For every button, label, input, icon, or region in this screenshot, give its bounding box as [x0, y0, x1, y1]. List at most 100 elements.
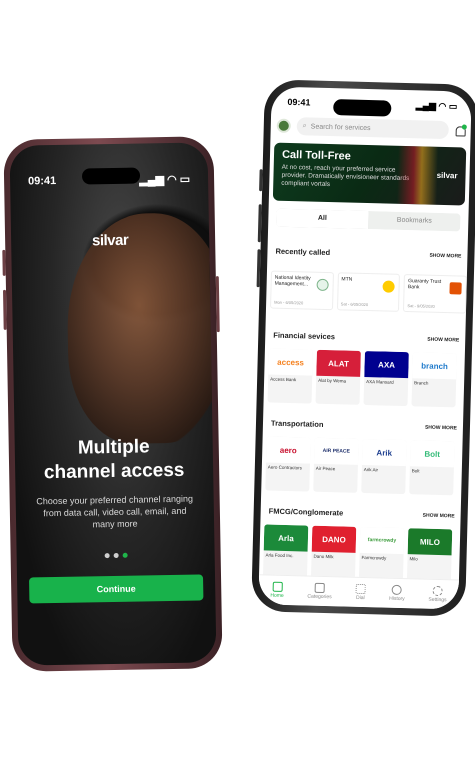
mtn-logo-icon — [382, 280, 396, 293]
nav-item-categories[interactable]: Categories — [307, 582, 332, 600]
service-tile[interactable]: aero Aero Contractors — [265, 436, 311, 492]
milo-logo: MILO — [407, 528, 453, 556]
recent-date: Sat - 9/05/2020 — [407, 303, 435, 309]
dano-logo: DANO — [311, 525, 357, 553]
service-tile[interactable]: AIR PEACE Air Peace — [313, 437, 359, 493]
home-screen: 09:41 ▂▄▆ ◠ ▭ ⌕ Search for services Call… — [258, 86, 472, 610]
history-icon — [392, 584, 403, 596]
recent-card[interactable]: Guaranty Trust Bank Sat - 9/05/2020 — [403, 274, 467, 314]
show-more-link[interactable]: SHOW MORE — [427, 336, 459, 343]
continue-button[interactable]: Continue — [29, 574, 204, 604]
recent-card[interactable]: National Identity Management... Mon - 6/… — [270, 270, 334, 311]
home-phone: 09:41 ▂▄▆ ◠ ▭ ⌕ Search for services Call… — [251, 79, 475, 617]
section-header-transportation: Transportation SHOW MORE — [271, 419, 457, 433]
axa-logo: AXA — [364, 350, 409, 379]
bottom-nav: Home Categories Dial History Settings — [258, 574, 459, 610]
grid-icon — [314, 582, 325, 594]
nav-label: History — [389, 595, 405, 603]
page-dot-active[interactable] — [122, 552, 128, 558]
service-tile[interactable]: DANO Dano Milk — [310, 525, 357, 581]
recent-name: Guaranty Trust Bank — [407, 278, 442, 291]
banner-logo: silvar — [436, 170, 458, 181]
status-icons: ▂▄▆ ◠ ▭ — [139, 173, 191, 187]
service-name: Bolt — [411, 468, 420, 474]
nav-label: Settings — [428, 596, 447, 604]
promo-banner[interactable]: Call Toll-Free At no cost, reach your pr… — [272, 142, 467, 206]
status-time: 09:41 — [287, 96, 311, 108]
headline-line-2: channel access — [43, 459, 185, 484]
financial-grid: access Access Bank ALAT Alat by Wema AXA… — [267, 348, 465, 408]
top-bar: ⌕ Search for services — [276, 117, 465, 140]
farmcrowdy-logo: farmcrowdy — [359, 526, 405, 555]
section-title: Financial sevices — [273, 330, 336, 342]
gear-icon — [432, 585, 443, 597]
side-button — [2, 249, 6, 276]
filter-tabs: All Bookmarks — [276, 208, 461, 232]
nav-item-settings[interactable]: Settings — [428, 585, 447, 604]
status-bar: 09:41 ▂▄▆ ◠ ▭ — [28, 173, 190, 189]
show-more-link[interactable]: SHOW MORE — [429, 252, 461, 259]
section-title: Transportation — [270, 418, 324, 429]
nav-label: Dial — [356, 594, 365, 602]
branch-logo: branch — [412, 352, 457, 380]
status-icons: ▂▄▆ ◠ ▭ — [415, 100, 458, 112]
avatar[interactable] — [276, 118, 291, 133]
service-tile[interactable]: ALAT Alat by Wema — [315, 349, 361, 405]
gtb-logo-icon — [449, 282, 462, 295]
service-tile[interactable]: access Access Bank — [267, 348, 313, 404]
tab-all[interactable]: All — [276, 208, 369, 230]
transportation-grid: aero Aero Contractors AIR PEACE Air Peac… — [265, 436, 462, 496]
aero-logo: aero — [265, 436, 311, 464]
volume-button — [256, 249, 261, 288]
volume-button — [2, 289, 7, 330]
section-title: Recently called — [275, 246, 331, 258]
headline-line-1: Multiple — [77, 436, 150, 459]
service-tile[interactable]: farmcrowdy Farmcrowdy — [358, 526, 405, 583]
page-dot[interactable] — [113, 552, 119, 559]
service-name: Arla Food Inc. — [265, 552, 294, 559]
onboarding-phone: 09:41 ▂▄▆ ◠ ▭ silvar Multiple channel ac… — [2, 136, 223, 672]
page-dot[interactable] — [104, 553, 110, 559]
search-placeholder: Search for services — [310, 123, 371, 132]
home-icon — [272, 581, 283, 592]
dynamic-island — [333, 99, 392, 117]
notification-bell-icon[interactable] — [455, 124, 465, 136]
recent-card[interactable]: MTN Sat - 6/05/2020 — [336, 272, 401, 312]
status-time: 09:41 — [27, 174, 57, 188]
nav-item-dial[interactable]: Dial — [355, 583, 366, 602]
service-name: Aero Contractors — [267, 464, 302, 471]
page-indicator — [17, 551, 215, 559]
nav-item-history[interactable]: History — [389, 584, 405, 603]
dialpad-icon — [355, 583, 366, 595]
service-tile[interactable]: Arla Arla Food Inc. — [262, 524, 309, 580]
banner-graphic — [396, 145, 439, 205]
volume-button — [257, 204, 262, 243]
arla-logo: Arla — [263, 524, 309, 552]
service-tile[interactable]: AXA AXA Mansard — [363, 350, 409, 407]
brand-name: silvar — [91, 231, 129, 250]
service-tile[interactable]: branch Branch — [411, 352, 457, 408]
service-name: AXA Mansard — [366, 379, 394, 385]
service-name: Arik Air — [363, 467, 379, 473]
service-tile[interactable]: Bolt Bolt — [409, 440, 455, 496]
nav-label: Home — [270, 592, 284, 599]
show-more-link[interactable]: SHOW MORE — [425, 424, 457, 431]
alat-logo: ALAT — [316, 349, 361, 377]
brand-logo: silvar — [11, 230, 209, 250]
recent-name: National Identity Management... — [274, 274, 311, 288]
tab-bookmarks[interactable]: Bookmarks — [368, 211, 461, 232]
service-name: Branch — [414, 380, 429, 386]
side-button — [259, 169, 263, 192]
access-bank-logo: access — [268, 348, 313, 376]
service-name: Alat by Wema — [318, 377, 347, 384]
search-input[interactable]: ⌕ Search for services — [296, 117, 449, 140]
show-more-link[interactable]: SHOW MORE — [423, 512, 455, 519]
service-tile[interactable]: Arik Arik Air — [361, 438, 407, 495]
banner-subtitle: At no cost, reach your preferred service… — [281, 163, 410, 189]
recent-date: Mon - 6/05/2020 — [274, 299, 304, 306]
section-header-financial: Financial sevices SHOW MORE — [273, 331, 459, 345]
service-tile[interactable]: MILO Milo — [406, 528, 453, 584]
nav-item-home[interactable]: Home — [270, 581, 284, 599]
bolt-logo: Bolt — [409, 440, 455, 468]
recent-list: National Identity Management... Mon - 6/… — [270, 270, 467, 314]
